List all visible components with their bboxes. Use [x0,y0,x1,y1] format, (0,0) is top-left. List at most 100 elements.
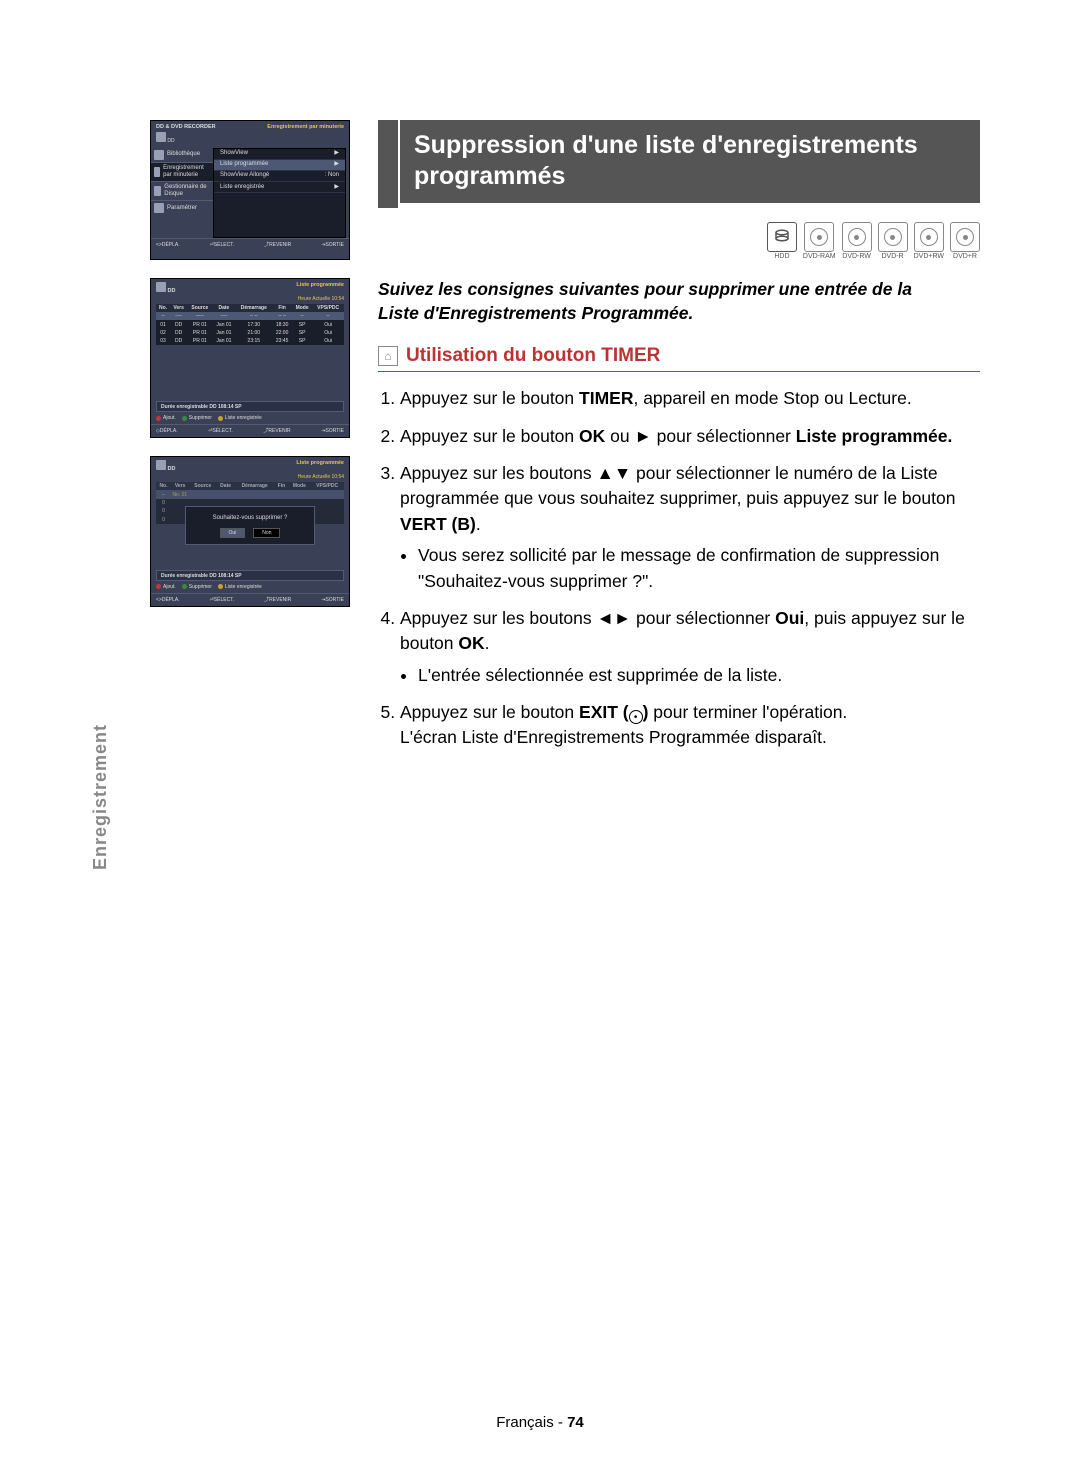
cell: Oui [312,337,344,345]
col-source: Source [187,304,212,312]
table-row: 02DDPR 01Jan 0121:0022:00SPOui [156,329,344,337]
cell: 17:30 [235,320,272,328]
cell: 18:30 [272,320,292,328]
dvd-plus-r-icon: DVD+R [950,222,980,260]
cell: SP [292,320,312,328]
text: Appuyez sur le bouton [400,388,579,408]
footer-hint: ⏎SÉLECT. [208,428,232,434]
footer-page-number: 74 [567,1414,584,1431]
bold-text: Oui [775,608,804,628]
cell: 0 [156,499,171,507]
footer-hint: ⤴REVENIR [264,242,291,248]
table-row: 03DDPR 01Jan 0123:1523:45SPOui [156,337,344,345]
footer-hint: ⇥SORTIE [321,242,344,248]
hdd-icon: HDD [767,222,797,260]
step-2: Appuyez sur le bouton OK ou ► pour sélec… [400,424,980,449]
osd2-clock: Heure Actuelle 10:54 [151,296,349,304]
cell: Oui [312,329,344,337]
cell: DD [170,337,187,345]
osd1-dd: DD [167,138,174,144]
section-heading-text: Utilisation du bouton TIMER [406,345,660,367]
table-row: ----------------- ---- ------ [156,312,344,320]
cell: 23:45 [272,337,292,345]
submenu-label: Liste enregistrée [220,184,264,191]
manual-page: Enregistrement DD & DVD RECORDER Enregis… [0,0,1080,1481]
submenu-arrow: ▶ [334,161,339,168]
text: Appuyez sur les boutons ◄► pour sélectio… [400,608,775,628]
osd3-duration: Durée enregistrable DD 108:14 SP [156,570,344,581]
osd3-clock: Heure Actuelle 10:54 [151,474,349,482]
disc-label: DVD+R [953,253,977,260]
exit-icon: • [629,710,643,724]
col-vers: Vers [171,482,189,490]
cell: 21:00 [235,329,272,337]
cell: Jan 01 [213,320,236,328]
side-section-label: Enregistrement [90,724,111,870]
cell: 03 [156,337,170,345]
col-end: Fin [272,304,292,312]
col-vps: VPS/PDC [310,482,344,490]
osd2-actions: Ajout. Supprimer Liste enregistrée [151,414,349,424]
library-icon [154,150,164,160]
col-mode: Mode [289,482,311,490]
osd1-left-menu: Bibliothèque Enregistrement par minuteri… [151,148,213,238]
cell: PR 01 [187,320,212,328]
disc-label: DVD-RAM [803,253,836,260]
text: ou ► pour sélectionner [605,426,795,446]
intro-paragraph: Suivez les consignes suivantes pour supp… [378,278,980,325]
cell: ---- [213,312,236,320]
green-dot-icon [182,416,187,421]
osd1-title-left: DD & DVD RECORDER [156,124,216,131]
osd2-table: No. Vers Source Date Démarrage Fin Mode … [156,304,344,346]
disc-icon [156,282,166,292]
step-5: Appuyez sur le bouton EXIT (•) pour term… [400,700,980,751]
cell: -- [292,312,312,320]
bold-text: VERT (B) [400,514,476,534]
yellow-dot-icon [218,416,223,421]
col-end: Fin [274,482,288,490]
cell: 22:00 [272,329,292,337]
col-start: Démarrage [235,482,274,490]
cell: Jan 01 [213,337,236,345]
title-block: Suppression d'une liste d'enregistrement… [378,120,980,208]
col-vers: Vers [170,304,187,312]
cell: ---- [170,312,187,320]
instruction-list: Appuyez sur le bouton TIMER, appareil en… [378,386,980,751]
supported-media-row: HDD DVD-RAM DVD-RW DVD-R DVD+RW DVD+R [378,222,980,260]
confirm-dialog: Souhaitez-vous supprimer ? Oui Non [185,506,315,545]
osd2-dd: DD [168,288,176,294]
text: . [485,633,490,653]
submenu-arrow: ▶ [334,184,339,191]
step-4-bullet: L'entrée sélectionnée est supprimée de l… [418,663,980,688]
cell: 0 [156,507,171,515]
cell: 0 [156,516,171,524]
menu-item: Paramétrer [167,205,197,212]
cell: DD [170,329,187,337]
remote-icon: ⌂ [378,346,398,366]
text: pour terminer l'opération. [648,702,847,722]
red-dot-icon [156,584,161,589]
cell: 02 [156,329,170,337]
action-label: Liste enregistrée [225,415,262,421]
submenu-label: ShowView Allongé [220,172,269,179]
disc-label: DVD-R [882,253,904,260]
action-label: Liste enregistrée [225,584,262,590]
cell: 01 [156,320,170,328]
col-start: Démarrage [235,304,272,312]
text: , appareil en mode Stop ou Lecture. [633,388,911,408]
osd-column: DD & DVD RECORDER Enregistrement par min… [150,120,350,763]
osd1-footer: <>DÉPLA. ⏎SÉLECT. ⤴REVENIR ⇥SORTIE [151,238,349,251]
settings-icon [154,203,164,213]
osd3-dd: DD [168,466,176,472]
cell: Jan 01 [213,329,236,337]
osd-scheduled-list: DDListe programmée Heure Actuelle 10:54 … [150,278,350,438]
footer-hint: ⏎SÉLECT. [210,242,234,248]
action-label: Supprimer [189,415,212,421]
disc-icon [156,460,166,470]
disc-label: DVD-RW [842,253,871,260]
cell: -- [312,312,344,320]
disc-manager-icon [154,186,161,196]
cell: PR 01 [187,337,212,345]
text: L'écran Liste d'Enregistrements Programm… [400,727,827,747]
dvd-ram-icon: DVD-RAM [803,222,836,260]
